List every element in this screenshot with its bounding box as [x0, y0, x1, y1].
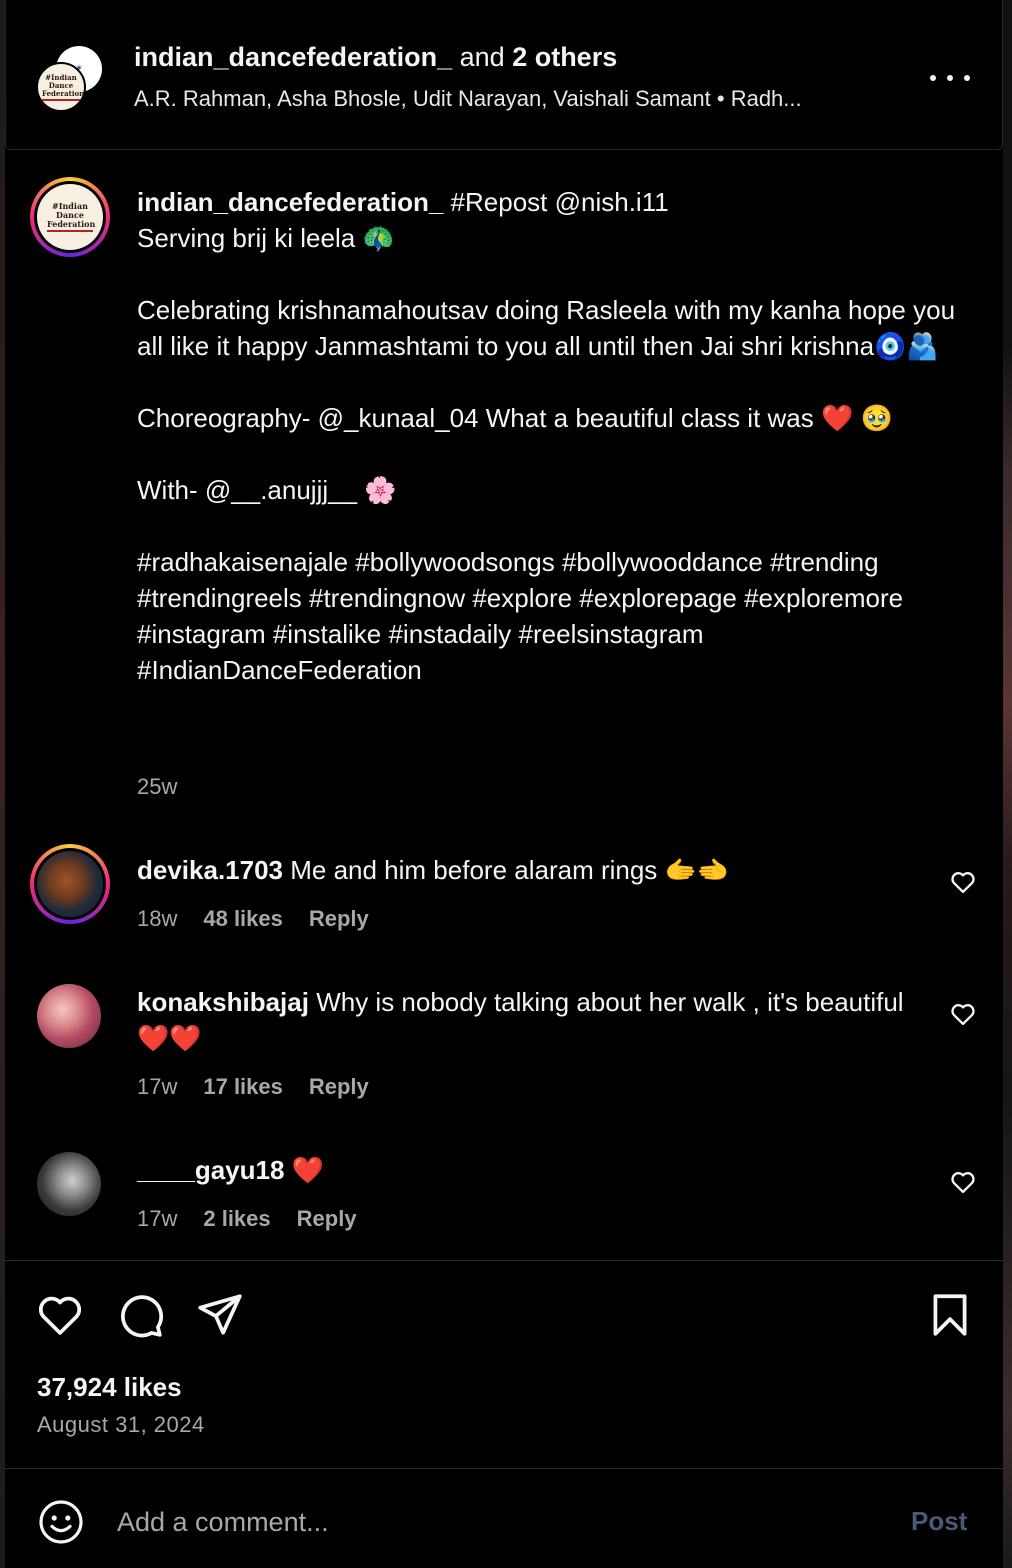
comment-time: 18w [137, 906, 178, 931]
more-dot [947, 75, 953, 81]
comment-reply-button[interactable]: Reply [309, 1074, 369, 1100]
comment-meta: 17w 17 likes Reply [137, 1074, 369, 1100]
author-username[interactable]: indian_dancefederation_ [134, 42, 452, 72]
add-comment-input[interactable] [117, 1500, 877, 1544]
caption-avatar[interactable]: #Indian Dance Federation [30, 177, 110, 257]
comment-username[interactable]: devika.1703 [137, 855, 283, 885]
caption-avatar-inner: #Indian Dance Federation [34, 181, 106, 253]
more-options-button[interactable] [930, 66, 970, 90]
comment-reply-button[interactable]: Reply [309, 906, 369, 932]
comment-username[interactable]: konakshibajaj [137, 987, 309, 1017]
post-detail-panel: ✶ #Indian Dance Federation indian_dancef… [5, 0, 1003, 1568]
post-header: ✶ #Indian Dance Federation indian_dancef… [5, 0, 1003, 150]
commenter-avatar-inner [34, 848, 106, 920]
comment-time: 17w [137, 1206, 178, 1231]
caption-line-2: Serving brij ki leela 🦚 [137, 223, 395, 253]
commenter-avatar[interactable] [30, 844, 110, 924]
comment-meta: 17w 2 likes Reply [137, 1206, 357, 1232]
comment-likes[interactable]: 17 likes [203, 1074, 283, 1100]
divider [5, 1468, 1003, 1469]
comment-like-heart-icon[interactable] [949, 1168, 977, 1196]
comment-like-heart-icon[interactable] [949, 1000, 977, 1028]
caption-username[interactable]: indian_dancefederation_ [137, 187, 443, 217]
comment-bubble-icon[interactable] [115, 1290, 165, 1340]
save-bookmark-icon[interactable] [925, 1290, 975, 1340]
comment-like-heart-icon[interactable] [949, 868, 977, 896]
like-heart-icon[interactable] [35, 1290, 85, 1340]
commenter-avatar[interactable] [37, 1152, 101, 1216]
emoji-icon[interactable] [37, 1498, 85, 1546]
caption-line-1: indian_dancefederation_ #Repost @nish.i1… [137, 184, 957, 220]
comment-likes[interactable]: 2 likes [203, 1206, 270, 1232]
comment-text: konakshibajaj Why is nobody talking abou… [137, 984, 927, 1056]
more-dot [930, 75, 936, 81]
comment-body: Me and him before alaram rings 🫱🫲 [283, 855, 730, 885]
divider [5, 1260, 1003, 1261]
author-avatar[interactable]: #Indian Dance Federation [36, 62, 86, 112]
others-link[interactable]: 2 others [512, 42, 617, 72]
caption-paragraph: Celebrating krishnamahoutsav doing Rasle… [137, 295, 963, 361]
comment-meta: 18w 48 likes Reply [137, 906, 369, 932]
comment-text: devika.1703 Me and him before alaram rin… [137, 852, 927, 888]
caption-hashtags: #radhakaisenajale #bollywoodsongs #bolly… [137, 547, 911, 685]
commenter-avatar[interactable] [37, 984, 101, 1048]
logo-text: #Indian Dance Federation [47, 202, 95, 232]
likes-count[interactable]: 37,924 likes [37, 1372, 182, 1403]
comment-text: ____gayu18 ❤️ [137, 1152, 927, 1188]
caption-paragraph: With- @__.anujjj__ 🌸 [137, 475, 397, 505]
caption-paragraph: Choreography- @_kunaal_04 What a beautif… [137, 403, 893, 433]
post-caption: indian_dancefederation_ #Repost @nish.i1… [137, 184, 957, 688]
post-authors: indian_dancefederation_ and 2 others [134, 42, 617, 73]
comment-time: 17w [137, 1074, 178, 1099]
and-text: and [459, 42, 505, 72]
post-date: August 31, 2024 [37, 1412, 205, 1437]
background-right-edge [1003, 0, 1012, 1568]
caption-first-line: #Repost @nish.i11 [443, 187, 669, 217]
share-send-icon[interactable] [195, 1290, 245, 1340]
comment-username[interactable]: ____gayu18 [137, 1155, 284, 1185]
post-comment-button[interactable]: Post [911, 1506, 967, 1537]
comment-body: ❤️ [284, 1155, 325, 1185]
caption-timestamp: 25w [137, 774, 178, 799]
audio-attribution[interactable]: A.R. Rahman, Asha Bhosle, Udit Narayan, … [134, 86, 802, 112]
logo-text: #Indian Dance Federation [42, 73, 84, 101]
more-dot [964, 75, 970, 81]
comment-reply-button[interactable]: Reply [297, 1206, 357, 1232]
caption-avatar-image: #Indian Dance Federation [37, 184, 103, 250]
commenter-avatar-image [37, 851, 103, 917]
comment-likes[interactable]: 48 likes [203, 906, 283, 932]
